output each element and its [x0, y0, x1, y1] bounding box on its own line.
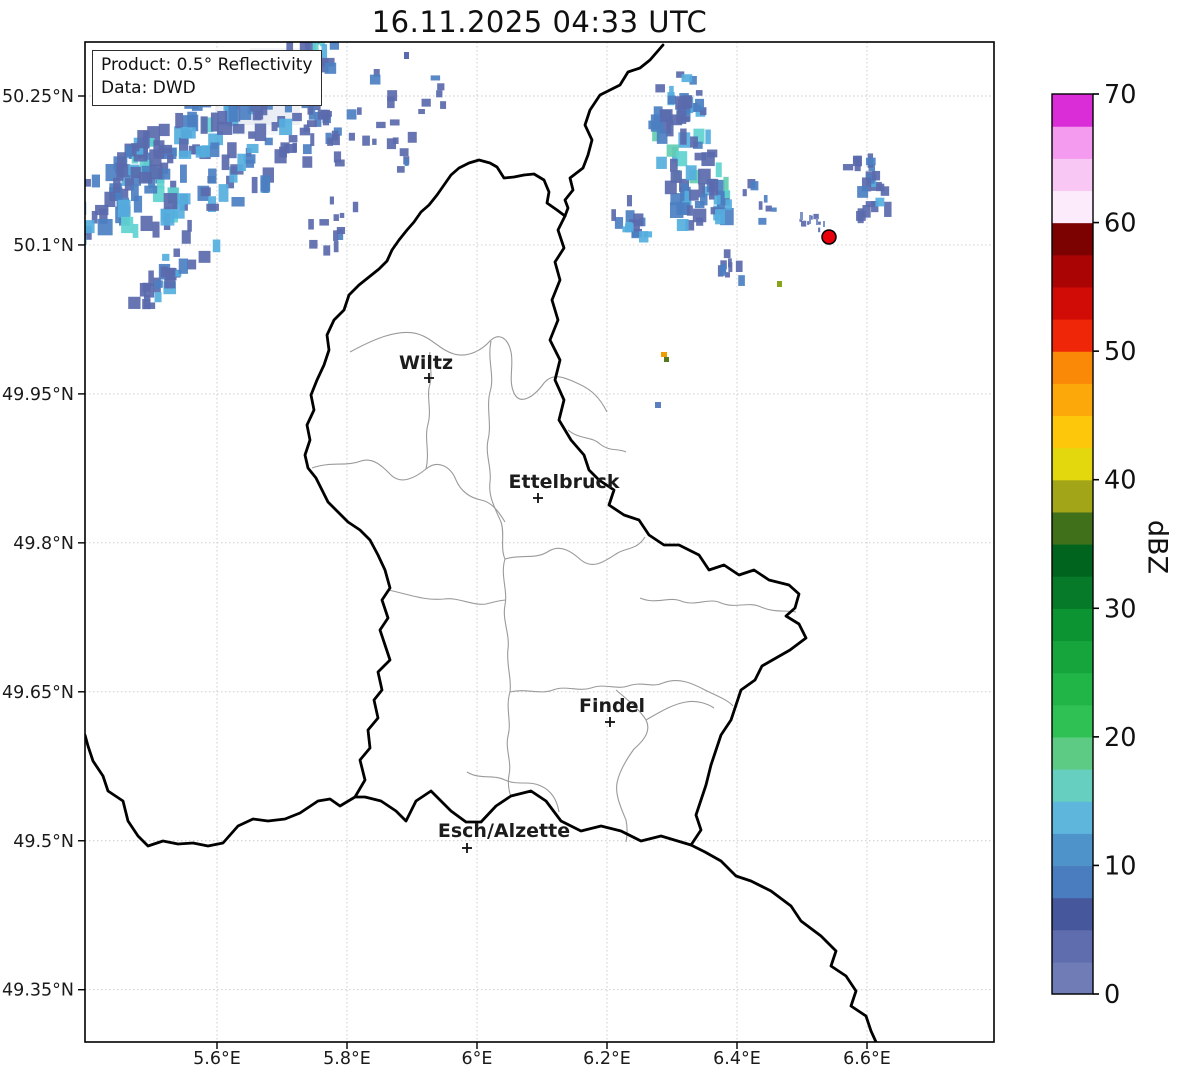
x-tick-label: 6.4°E [713, 1049, 761, 1069]
y-tick-label: 49.8°N [13, 534, 74, 554]
y-tick-label: 50.1°N [13, 236, 74, 256]
x-tick-label: 6°E [462, 1049, 493, 1069]
colorbar-tick-label: 60 [1104, 209, 1136, 239]
product-info-line1: Product: 0.5° Reflectivity [101, 55, 313, 75]
city-label: Wiltz [399, 352, 453, 374]
y-tick-label: 49.35°N [2, 981, 74, 1001]
colorbar-tick-label: 30 [1104, 594, 1136, 624]
x-tick-label: 5.6°E [193, 1049, 241, 1069]
y-tick-label: 49.95°N [2, 385, 74, 405]
city-wiltz: Wiltz [399, 352, 453, 383]
y-tick-label: 50.25°N [2, 87, 74, 107]
city-label: Findel [579, 695, 645, 717]
colorbar-tick-label: 20 [1104, 723, 1136, 753]
radar-station-marker [821, 229, 837, 245]
city-findel: Findel [579, 695, 645, 727]
canton-borders [311, 331, 797, 843]
colorbar-tick-label: 10 [1104, 851, 1136, 881]
colorbar-tick-label: 0 [1104, 980, 1120, 1010]
y-tick-label: 49.65°N [2, 683, 74, 703]
colorbar-tick-label: 40 [1104, 466, 1136, 496]
y-tick-label: 49.5°N [13, 832, 74, 852]
product-info-line2: Data: DWD [101, 77, 196, 98]
city-label: Ettelbruck [509, 471, 620, 493]
colorbar-axis-label: dBZ [1141, 519, 1173, 575]
radar-map-page: 16.11.2025 04:33 UTC Wiltz Ettelbruck Find… [0, 0, 1184, 1081]
colorbar-tick-label: 50 [1104, 337, 1136, 367]
product-info-box: Product: 0.5° Reflectivity Data: DWD [92, 50, 322, 106]
x-tick-label: 6.2°E [583, 1049, 631, 1069]
x-tick-label: 6.6°E [843, 1049, 891, 1069]
city-ettelbruck: Ettelbruck [509, 471, 620, 503]
radar-map-figure: Wiltz Ettelbruck Findel Esch/Alzette 5.6°E 5… [2, 41, 1136, 1069]
colorbar-tick-label: 70 [1104, 80, 1136, 110]
city-label: Esch/Alzette [438, 820, 570, 842]
city-esch-alzette: Esch/Alzette [438, 820, 570, 853]
city-markers: Wiltz Ettelbruck Findel Esch/Alzette [399, 352, 645, 853]
colorbar: 0 10 20 30 40 50 60 70 [1051, 80, 1136, 1010]
x-tick-label: 5.8°E [323, 1049, 371, 1069]
